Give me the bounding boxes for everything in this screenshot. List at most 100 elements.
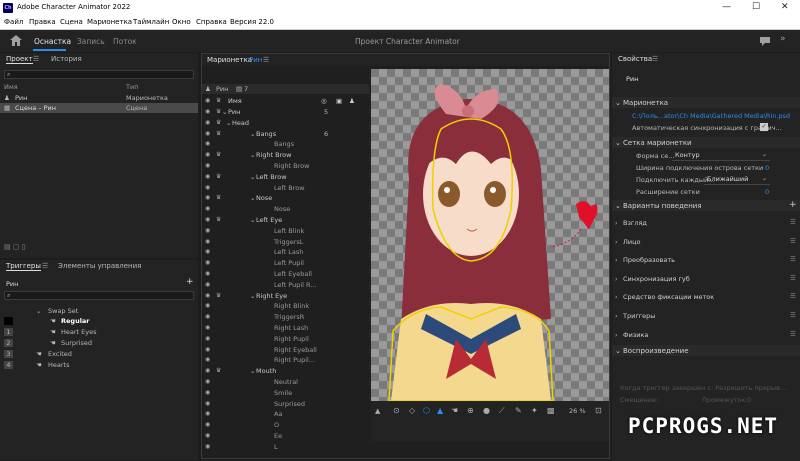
behavior-menu-icon[interactable]: ☰ — [790, 255, 796, 263]
eye-icon[interactable]: ◉ — [205, 151, 210, 158]
behavior-row[interactable]: › Преобразовать ☰ — [612, 254, 800, 266]
tab-triggers[interactable]: Триггеры — [6, 262, 41, 271]
behavior-menu-icon[interactable]: ☰ — [790, 274, 796, 282]
dragger-tool-icon[interactable]: ✎ — [515, 406, 522, 415]
layer-row[interactable]: ◉ Left Blink — [202, 226, 369, 236]
behavior-menu-icon[interactable]: ☰ — [790, 237, 796, 245]
crown-icon[interactable]: ♛ — [216, 151, 221, 158]
layer-row[interactable]: ◉ TriggersL — [202, 237, 369, 247]
eye-icon[interactable]: ◉ — [205, 281, 210, 288]
layer-row[interactable]: ◉ Left Eyeball — [202, 269, 369, 279]
chevron-down-icon[interactable]: ⌄ — [250, 173, 255, 181]
layer-row[interactable]: ◉ ♛ ⌄ Рин 5 — [202, 107, 369, 117]
chevron-down-icon[interactable]: ⌄ — [222, 108, 227, 116]
hand-tool-icon[interactable]: ☚ — [451, 406, 458, 415]
expand-value[interactable]: 0 — [765, 188, 769, 196]
menu-edit[interactable]: Правка — [29, 18, 56, 26]
source-path-link[interactable]: C:\Поль...ator\Ch Media\Gathered Media\R… — [632, 112, 790, 120]
eye-icon[interactable]: ◉ — [205, 389, 210, 396]
crown-icon[interactable]: ♛ — [216, 292, 221, 299]
section-marionette[interactable]: ⌄ Марионетка — [612, 97, 800, 108]
layer-row[interactable]: ◉ Left Pupil — [202, 258, 369, 268]
warning-icon[interactable]: ▲ — [375, 407, 380, 415]
chevron-down-icon[interactable]: ⌄ — [250, 216, 255, 224]
layer-row[interactable]: ◉ ♛ ⌄ Head — [202, 118, 369, 128]
auto-sync-checkbox[interactable]: ✓ — [760, 123, 768, 131]
eye-icon[interactable]: ◉ — [205, 356, 210, 363]
eye-icon[interactable]: ◉ — [205, 238, 210, 245]
minimize-button[interactable]: — — [722, 2, 731, 12]
eye-icon[interactable]: ◉ — [205, 270, 210, 277]
behavior-row[interactable]: › Лицо ☰ — [612, 236, 800, 248]
eye-icon[interactable]: ◉ — [205, 443, 210, 450]
layer-row[interactable]: ◉ Neutral — [202, 377, 369, 387]
new-folder-icon[interactable]: ▤ ▢ ▯ — [4, 243, 26, 251]
eye-icon[interactable]: ◉ — [205, 292, 210, 299]
menu-puppet[interactable]: Марионетка — [87, 18, 132, 26]
puppet-tab-label[interactable]: Марионетка — [207, 56, 252, 64]
connect-select[interactable]: Ближайший — [704, 175, 770, 185]
eye-icon[interactable]: ◉ — [205, 227, 210, 234]
eye-icon[interactable]: ◉ — [205, 130, 210, 137]
menu-timeline[interactable]: Таймлайн — [133, 18, 169, 26]
layer-row[interactable]: ◉ ♛ ⌄ Right Brow — [202, 150, 369, 160]
layer-row[interactable]: ◉ Left Brow — [202, 183, 369, 193]
layer-row[interactable]: ◉ Right Lash — [202, 323, 369, 333]
behavior-menu-icon[interactable]: ☰ — [790, 330, 796, 338]
layer-row[interactable]: ◉ L — [202, 442, 369, 452]
eye-icon[interactable]: ◉ — [205, 184, 210, 191]
eye-icon[interactable]: ◉ — [205, 259, 210, 266]
eye-icon[interactable]: ◉ — [205, 378, 210, 385]
behavior-row[interactable]: › Средство фиксации меток ☰ — [612, 291, 800, 303]
layer-row[interactable]: ◉ ♛ ⌄ Mouth — [202, 366, 369, 376]
behavior-row[interactable]: › Синхронизация губ ☰ — [612, 273, 800, 285]
eye-icon[interactable]: ◉ — [205, 97, 210, 104]
layer-row[interactable]: ◉ Right Pupil — [202, 334, 369, 344]
eye-icon[interactable]: ◉ — [205, 324, 210, 331]
close-button[interactable]: ✕ — [781, 2, 789, 12]
trigger-item[interactable]: 3 ☚ Excited — [0, 349, 198, 359]
eye-icon[interactable]: ◉ — [205, 367, 210, 374]
layer-row[interactable]: ◉ ♛ ⌄ Left Brow — [202, 172, 369, 182]
feedback-icon[interactable] — [760, 37, 770, 46]
zoom-fit-icon[interactable]: ⊡ — [595, 406, 602, 415]
behavior-row[interactable]: › Взгляд ☰ — [612, 217, 800, 229]
eye-icon[interactable]: ◉ — [205, 410, 210, 417]
chevron-down-icon[interactable]: ⌄ — [250, 130, 255, 138]
layer-row[interactable]: ◉ Bangs — [202, 139, 369, 149]
eye-icon[interactable]: ◉ — [205, 205, 210, 212]
chevron-down-icon[interactable]: ⌄ — [226, 119, 231, 127]
triggers-search-input[interactable]: ⌕ — [4, 291, 194, 300]
crown-icon[interactable]: ♛ — [216, 173, 221, 180]
layer-row[interactable]: ◉ Nose — [202, 204, 369, 214]
puppet-canvas[interactable]: ▲ ⊙ ◇ ⬡ ▲ ☚ ⊕ ● ⟋ ✎ ✦ ▩ 26 % ⊡ — [371, 69, 609, 441]
eye-icon[interactable]: ◉ — [205, 108, 210, 115]
stick-tool-icon[interactable]: ⟋ — [499, 406, 505, 416]
eye-icon[interactable]: ◉ — [205, 119, 210, 126]
eye-icon[interactable]: ◉ — [205, 302, 210, 309]
zoom-tool-icon[interactable]: ⊕ — [467, 406, 474, 415]
crown-icon[interactable]: ♛ — [216, 119, 221, 126]
behavior-row[interactable]: › Физика ☰ — [612, 329, 800, 341]
layer-row[interactable]: ◉ Left Lash — [202, 247, 369, 257]
puppet-menu-icon[interactable]: ☰ — [263, 56, 269, 64]
menu-scene[interactable]: Сцена — [60, 18, 83, 26]
select-tool-icon[interactable]: ⊙ — [393, 406, 400, 415]
eye-icon[interactable]: ◉ — [205, 313, 210, 320]
eye-icon[interactable]: ◉ — [205, 335, 210, 342]
layer-row[interactable]: ◉ Right Blink — [202, 301, 369, 311]
section-behaviors[interactable]: ⌄ Варианты поведения + — [612, 200, 800, 211]
layer-row[interactable]: ◉ O — [202, 420, 369, 430]
crown-icon[interactable]: ♛ — [216, 108, 221, 115]
layer-row[interactable]: ◉ Right Eyeball — [202, 345, 369, 355]
maximize-button[interactable]: ☐ — [752, 2, 760, 12]
layer-row[interactable]: ◉ ♛ ⌄ Bangs 6 — [202, 129, 369, 139]
eye-icon[interactable]: ◉ — [205, 140, 210, 147]
eye-icon[interactable]: ◉ — [205, 421, 210, 428]
crown-icon[interactable]: ♛ — [216, 130, 221, 137]
tab-rig[interactable]: Оснастка — [34, 37, 71, 46]
behavior-row[interactable]: › Триггеры ☰ — [612, 310, 800, 322]
trigger-item[interactable]: 4 ☚ Hearts — [0, 360, 198, 370]
menu-window[interactable]: Окно — [172, 18, 191, 26]
project-row[interactable]: ▦ Сцена – Рин Сцена — [0, 103, 198, 113]
